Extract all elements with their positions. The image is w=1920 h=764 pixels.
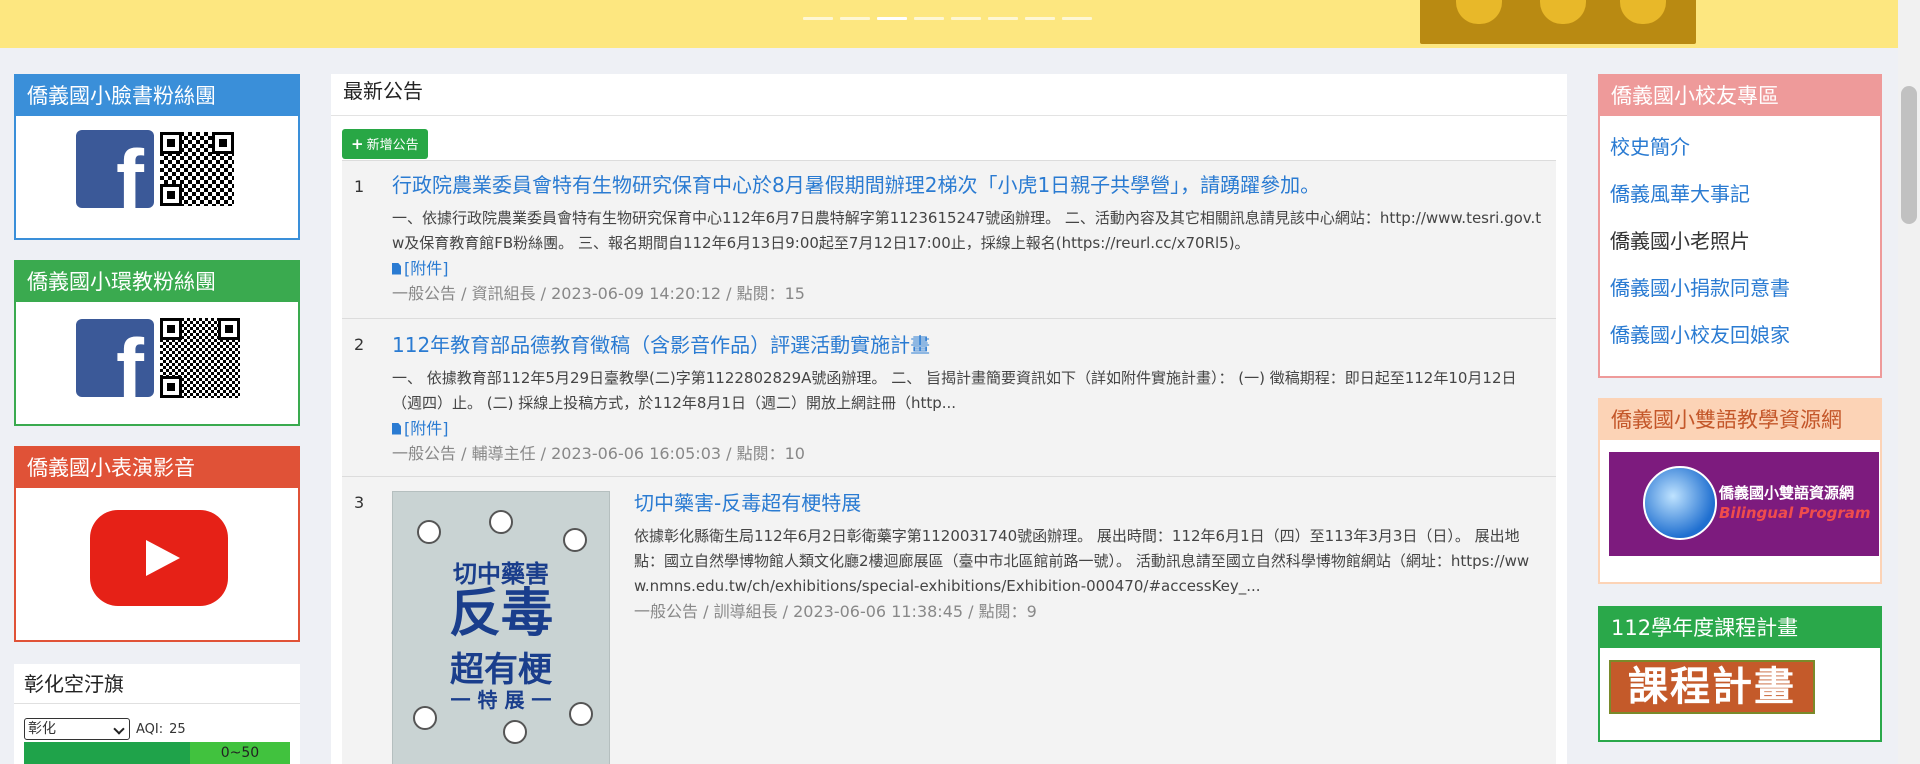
course-plan-panel: 112學年度課程計畫 課程計畫 [1598,606,1882,742]
news-list: 1 行政院農業委員會特有生物研究保育中心於8月暑假期間辦理2梯次「小虎1日親子共… [342,160,1556,764]
alumni-link-homecoming[interactable]: 僑義國小校友回娘家 [1610,312,1880,359]
panel-title: 最新公告 [331,74,1567,116]
bilingual-banner-image[interactable]: 僑義國小雙語資源網 Bilingual Program [1609,452,1879,556]
panel-title: 僑義國小表演影音 [16,448,298,488]
qr-code [158,130,236,208]
panel-title: 僑義國小雙語教學資源網 [1600,400,1880,440]
item-number: 1 [354,177,365,196]
panel-title: 112學年度課程計畫 [1600,608,1880,648]
course-plan-image[interactable]: 課程計畫 [1609,660,1815,714]
aqi-value: 25 [169,721,186,737]
video-panel: 僑義國小表演影音 [14,446,300,642]
item-number: 2 [354,335,365,354]
alumni-link-old-photos[interactable]: 僑義國小老照片 [1610,218,1880,265]
news-title-link[interactable]: 112年教育部品德教育徵稿（含影音作品）評選活動實施計畫 [392,329,1544,358]
region-select[interactable]: 彰化 [24,718,130,740]
aqi-level-label: 0~50 [190,742,290,764]
slide-dot[interactable] [803,17,833,20]
file-icon [392,262,401,275]
news-item: 2 112年教育部品德教育徵稿（含影音作品）評選活動實施計畫 一、 依據教育部1… [342,318,1556,476]
facebook-icon: f [76,130,154,208]
panel-title: 彰化空汙旗 [14,664,300,704]
top-banner [0,0,1898,48]
panel-title: 僑義國小臉書粉絲團 [16,76,298,116]
air-quality-panel: 彰化空汙旗 彰化 AQI: 25 0~50 [14,664,300,764]
alumni-link-donation[interactable]: 僑義國小捐款同意書 [1610,265,1880,312]
news-meta: 一般公告 / 輔導主任 / 2023-06-06 16:05:03 / 點閱：1… [392,444,805,463]
bilingual-panel: 僑義國小雙語教學資源網 僑義國小雙語資源網 Bilingual Program [1598,398,1882,584]
slide-dot[interactable] [914,17,944,20]
slide-dot[interactable] [988,17,1018,20]
news-summary: 一、依據行政院農業委員會特有生物研究保育中心112年6月7日農特解字第11236… [392,209,1542,252]
slide-indicators [803,17,1092,20]
page-scrollbar[interactable] [1898,0,1920,764]
fb-fans-panel: 僑義國小臉書粉絲團 f [14,74,300,240]
youtube-icon[interactable] [90,510,228,606]
fb-link-image[interactable]: f [76,316,242,400]
file-icon [392,422,401,435]
fb-link-image[interactable]: f [76,130,236,208]
slide-dot[interactable] [1062,17,1092,20]
panel-title: 僑義國小環教粉絲團 [16,262,298,302]
add-announcement-button[interactable]: + 新增公告 [342,129,428,159]
news-item: 3 切中藥害 反毒 超有梗 一 特 展 一 切中藥害-反毒超有梗特展 依據彰化縣… [342,476,1556,764]
banner-decoration [1420,0,1696,44]
attachment-link[interactable]: [附件] [392,256,1544,281]
button-label: 新增公告 [366,138,419,153]
scrollbar-thumb[interactable] [1901,86,1917,224]
news-meta: 一般公告 / 資訊組長 / 2023-06-09 14:20:12 / 點閱：1… [392,284,805,303]
slide-dot[interactable] [951,17,981,20]
env-fans-panel: 僑義國小環教粉絲團 f [14,260,300,426]
news-meta: 一般公告 / 訓導組長 / 2023-06-06 11:38:45 / 點閱：9 [634,602,1037,621]
slide-dot[interactable] [840,17,870,20]
slide-dot[interactable] [1025,17,1055,20]
news-title-link[interactable]: 切中藥害-反毒超有梗特展 [634,487,1544,516]
aqi-flag-image: 0~50 [24,742,290,764]
panel-title: 僑義國小校友專區 [1600,76,1880,116]
poster-text: 反毒 [448,584,553,644]
alumni-link-history[interactable]: 校史簡介 [1610,124,1880,171]
plus-icon: + [351,135,364,153]
facebook-icon: f [76,319,154,397]
news-title-link[interactable]: 行政院農業委員會特有生物研究保育中心於8月暑假期間辦理2梯次「小虎1日親子共學營… [392,169,1544,198]
news-summary: 一、 依據教育部112年5月29日臺教學(二)字第1122802829A號函辦理… [392,369,1517,412]
slide-dot-active[interactable] [877,17,907,20]
alumni-link-milestones[interactable]: 僑義風華大事記 [1610,171,1880,218]
banner-text: Bilingual Program [1719,504,1871,522]
attachment-link[interactable]: [附件] [392,416,1544,441]
news-panel: 最新公告 + 新增公告 1 行政院農業委員會特有生物研究保育中心於8月暑假期間辦理… [331,74,1567,764]
alumni-panel: 僑義國小校友專區 校史簡介 僑義風華大事記 僑義國小老照片 僑義國小捐款同意書 … [1598,74,1882,378]
globe-icon [1643,466,1717,540]
news-poster-image[interactable]: 切中藥害 反毒 超有梗 一 特 展 一 [392,491,610,764]
news-summary: 依據彰化縣衛生局112年6月2日彰衛藥字第1120031740號函辦理。 展出時… [634,527,1530,595]
item-number: 3 [354,493,365,512]
aqi-label: AQI: [136,721,164,737]
qr-code [158,316,242,400]
banner-text: 僑義國小雙語資源網 [1719,484,1855,502]
news-item: 1 行政院農業委員會特有生物研究保育中心於8月暑假期間辦理2梯次「小虎1日親子共… [342,160,1556,318]
